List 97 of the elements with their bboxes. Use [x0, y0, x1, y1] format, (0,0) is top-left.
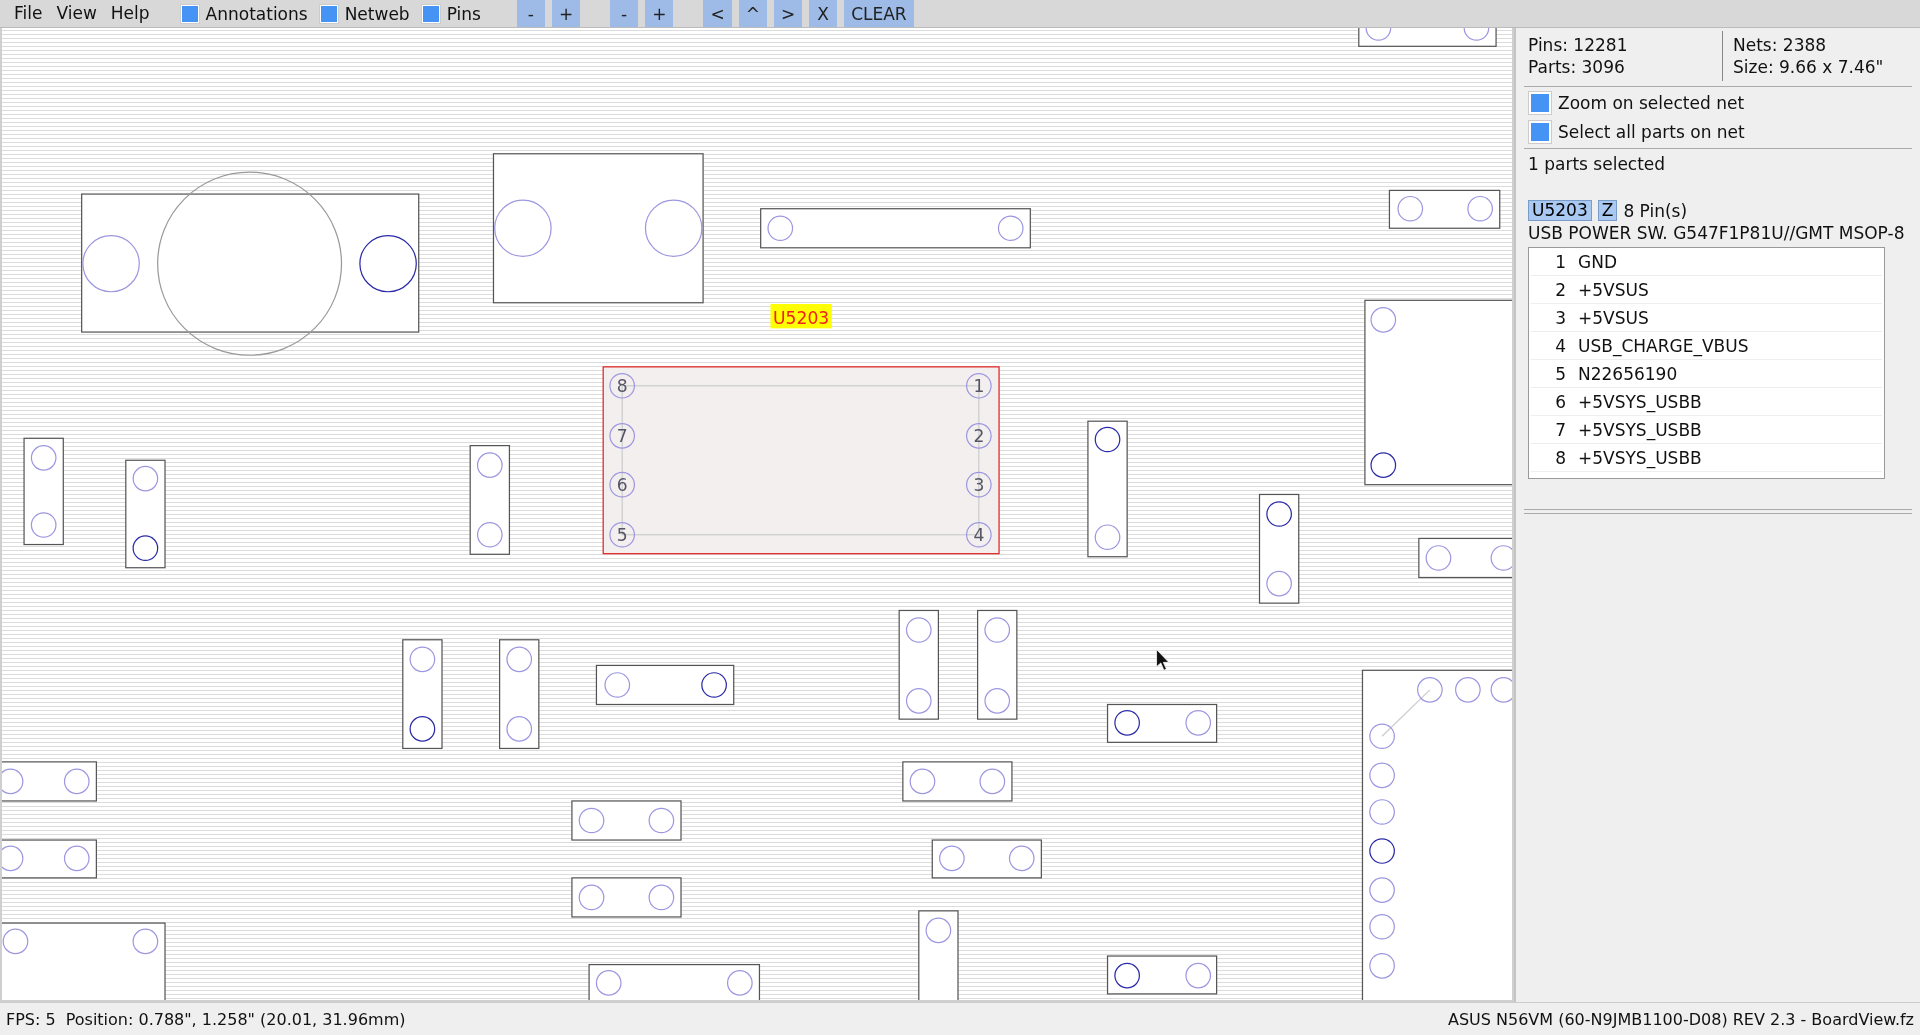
pin-number[interactable]: 5 [1531, 363, 1566, 384]
component-footprint[interactable] [1358, 28, 1497, 47]
net-name[interactable]: USB_CHARGE_VBUS [1578, 335, 1749, 356]
component-footprint[interactable] [2, 922, 166, 1000]
component-footprint[interactable] [898, 609, 939, 720]
pad-circle [966, 521, 992, 548]
toggle-label[interactable]: Pins [446, 3, 481, 24]
menu-item[interactable]: File [7, 0, 50, 27]
toolbar-button[interactable]: + [645, 0, 674, 27]
net-name[interactable]: +5VSYS_USBB [1578, 447, 1702, 468]
pin-number[interactable]: 8 [1531, 447, 1566, 468]
stat-text: Parts: 3096 [1528, 57, 1626, 77]
component-footprint[interactable] [125, 459, 166, 569]
pin-number: 2 [973, 426, 985, 446]
selection-count: 1 parts selected [1527, 153, 1667, 174]
option-label[interactable]: Zoom on selected net [1558, 93, 1745, 113]
option-label[interactable]: Select all parts on net [1558, 122, 1745, 142]
pin-number[interactable]: 4 [1531, 335, 1566, 356]
component-footprint[interactable] [571, 877, 682, 918]
menu-item[interactable]: Help [103, 0, 157, 27]
net-name[interactable]: +5VSYS_USBB [1578, 391, 1702, 412]
toolbar-button[interactable]: < [703, 0, 732, 27]
stat-text: Size: 9.66 x 7.46" [1733, 57, 1885, 77]
pad-circle [609, 423, 636, 449]
pin-number: 6 [616, 474, 628, 495]
checkbox[interactable] [1528, 120, 1552, 144]
component-footprint[interactable] [931, 839, 1042, 879]
component-footprint[interactable] [1418, 537, 1512, 579]
pin-count: 8 Pin(s) [1623, 200, 1688, 221]
pin-number[interactable]: 7 [1531, 419, 1566, 440]
pad-circle [609, 372, 636, 399]
toolbar-button[interactable]: - [516, 0, 545, 27]
net-name[interactable]: +5VSYS_USBB [1578, 419, 1702, 440]
component-footprint[interactable] [760, 208, 1031, 249]
toolbar-button[interactable]: X [809, 0, 838, 27]
component-footprint[interactable] [595, 664, 735, 706]
selected-component[interactable] [602, 366, 1000, 555]
checkbox[interactable] [420, 3, 441, 24]
component-footprint[interactable] [499, 639, 540, 750]
stat-text: Nets: 2388 [1733, 35, 1828, 55]
checkbox[interactable] [1528, 91, 1552, 115]
pad-circle [609, 471, 636, 498]
mouse-cursor-icon [1156, 649, 1170, 671]
pin-number[interactable]: 6 [1531, 391, 1566, 412]
component-footprint[interactable] [1258, 493, 1300, 604]
checkbox[interactable] [179, 3, 200, 24]
component-footprint[interactable] [1106, 955, 1218, 995]
toolbar-button[interactable]: - [610, 0, 639, 27]
toolbar-button[interactable]: ^ [738, 0, 767, 27]
pad-circle [609, 521, 636, 548]
component-footprint[interactable] [1388, 189, 1501, 229]
part-description: USB POWER SW. G547F1P81U//GMT MSOP-8 [1528, 223, 1906, 243]
component-footprint[interactable] [588, 964, 761, 1000]
net-name[interactable]: GND [1578, 251, 1617, 272]
part-label: U5203 [770, 303, 832, 329]
pin-number[interactable]: 2 [1531, 279, 1566, 300]
component-footprint[interactable] [402, 639, 443, 750]
cursor-position: Position: 0.788", 1.258" (20.01, 31.96mm) [65, 1009, 406, 1029]
pad-circle [966, 471, 992, 498]
net-name[interactable]: N22656190 [1578, 363, 1678, 384]
toolbar-button[interactable]: CLEAR [844, 0, 914, 27]
net-name[interactable]: +5VSUS [1578, 307, 1649, 328]
component-footprint[interactable] [571, 800, 682, 841]
part-name-button[interactable]: U5203 [1528, 200, 1592, 221]
component-footprint[interactable] [23, 437, 64, 546]
component-footprint[interactable] [1364, 299, 1512, 486]
pin-number: 8 [616, 375, 628, 396]
pin-number: 5 [616, 524, 628, 545]
component-footprint[interactable] [902, 761, 1013, 802]
menu-item[interactable]: View [49, 0, 104, 27]
toggle-label[interactable]: Netweb [344, 3, 410, 24]
pin-number: 1 [973, 375, 985, 396]
pin-number[interactable]: 3 [1531, 307, 1566, 328]
component-footprint[interactable] [918, 910, 959, 1000]
component-footprint[interactable] [2, 839, 97, 879]
pin-number: 3 [973, 474, 985, 495]
net-name[interactable]: +5VSUS [1578, 279, 1649, 300]
pin-number: 4 [973, 524, 985, 545]
component-footprint[interactable] [977, 609, 1018, 720]
pin-number: 7 [616, 426, 628, 446]
file-name: ASUS N56VM (60-N9JMB1100-D08) REV 2.3 - BoardView.fz [1447, 1009, 1914, 1029]
component-footprint[interactable] [469, 445, 511, 555]
checkbox[interactable] [318, 3, 339, 24]
fps-text: FPS: 5 [6, 1009, 56, 1029]
pad-circle [966, 423, 992, 449]
zoom-button[interactable]: Z [1597, 200, 1618, 221]
stat-text: Pins: 12281 [1528, 35, 1629, 55]
pin-number[interactable]: 1 [1531, 251, 1566, 272]
component-footprint[interactable] [2, 761, 97, 802]
toggle-label[interactable]: Annotations [205, 3, 308, 24]
toolbar-button[interactable]: > [773, 0, 803, 27]
pad-circle [966, 372, 992, 399]
toolbar-button[interactable]: + [551, 0, 581, 27]
component-footprint[interactable] [1087, 420, 1128, 558]
component-footprint[interactable] [492, 153, 704, 304]
board-canvas[interactable]: 8 7 6 5 1 2 3 4 U5203 [0, 28, 1514, 1002]
component-footprint[interactable] [1106, 703, 1218, 743]
